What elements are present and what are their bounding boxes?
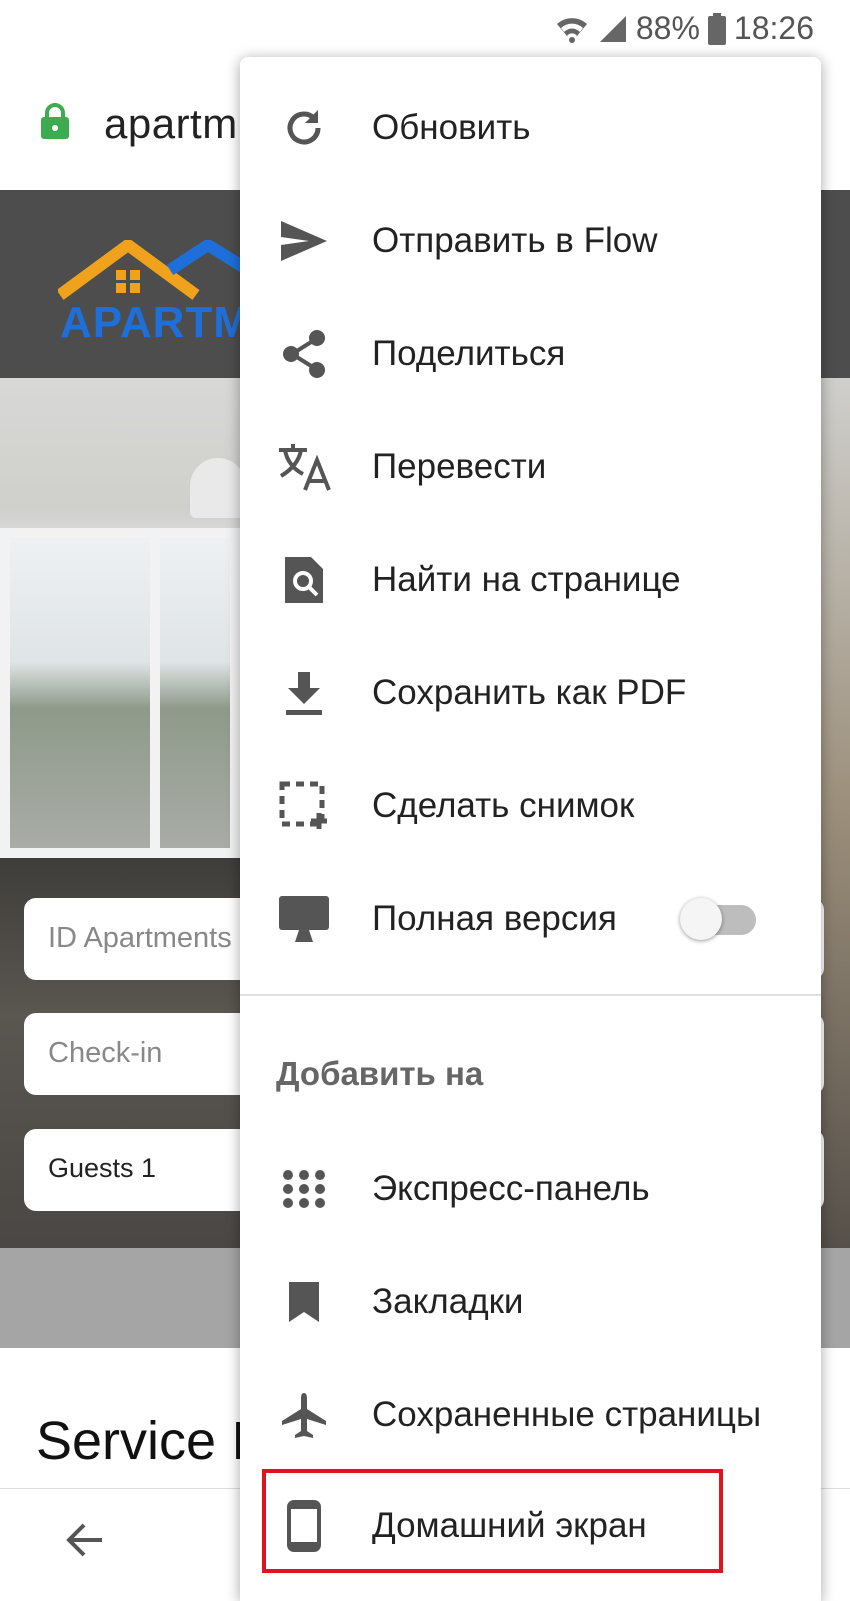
bookmark-icon bbox=[276, 1274, 332, 1330]
menu-item-label: Перевести bbox=[372, 446, 547, 486]
menu-item-label: Найти на странице bbox=[372, 559, 681, 599]
menu-item-label: Поделиться bbox=[372, 333, 566, 373]
menu-item-screenshot[interactable]: Сделать снимок bbox=[240, 749, 821, 862]
refresh-icon bbox=[276, 100, 332, 156]
menu-item-share[interactable]: Поделиться bbox=[240, 297, 821, 410]
menu-divider bbox=[240, 994, 821, 996]
menu-item-speed-dial[interactable]: Экспресс-панель bbox=[240, 1132, 821, 1245]
signal-icon bbox=[599, 15, 626, 42]
battery-percent: 88% bbox=[635, 10, 700, 46]
menu-item-label: Сохраненные страницы bbox=[372, 1394, 762, 1434]
menu-item-desktop-site[interactable]: Полная версия bbox=[240, 862, 821, 975]
highlight-box bbox=[262, 1469, 723, 1573]
clock: 18:26 bbox=[733, 10, 814, 46]
back-arrow-icon[interactable] bbox=[62, 1517, 108, 1563]
send-icon bbox=[276, 213, 332, 269]
status-indicators: 88% 18:26 bbox=[554, 10, 814, 47]
screenshot-icon bbox=[276, 778, 332, 834]
menu-item-label: Экспресс-панель bbox=[372, 1168, 650, 1208]
find-in-page-icon bbox=[276, 552, 332, 608]
lock-icon bbox=[41, 103, 69, 139]
menu-item-bookmarks[interactable]: Закладки bbox=[240, 1245, 821, 1358]
wall-shape bbox=[820, 378, 850, 1248]
guests-value: Guests 1 bbox=[48, 1153, 157, 1183]
browser-menu: Обновить Отправить в Flow Поделиться Пер… bbox=[240, 57, 821, 1601]
menu-item-label: Полная версия bbox=[372, 898, 617, 938]
menu-item-label: Сделать снимок bbox=[372, 785, 635, 825]
menu-item-refresh[interactable]: Обновить bbox=[240, 71, 821, 184]
apartment-id-placeholder: ID Apartments bbox=[48, 922, 232, 954]
menu-item-save-pdf[interactable]: Сохранить как PDF bbox=[240, 636, 821, 749]
desktop-site-toggle[interactable] bbox=[680, 897, 758, 940]
toggle-knob bbox=[680, 897, 722, 940]
menu-item-send-flow[interactable]: Отправить в Flow bbox=[240, 184, 821, 297]
menu-item-translate[interactable]: Перевести bbox=[240, 410, 821, 523]
url-text[interactable]: apartm bbox=[104, 100, 238, 148]
battery-icon bbox=[707, 12, 726, 45]
checkin-placeholder: Check-in bbox=[48, 1037, 163, 1069]
window-frame bbox=[150, 528, 160, 858]
download-icon bbox=[276, 665, 332, 721]
add-to-section-title: Добавить на bbox=[276, 1055, 484, 1092]
speed-dial-icon bbox=[276, 1161, 332, 1217]
menu-item-label: Сохранить как PDF bbox=[372, 672, 687, 712]
translate-icon bbox=[276, 439, 332, 495]
window-shape bbox=[0, 528, 240, 858]
desktop-icon bbox=[276, 891, 332, 947]
logo-text: APARTM bbox=[60, 298, 251, 347]
menu-item-label: Отправить в Flow bbox=[372, 220, 658, 260]
lamp-shape bbox=[190, 458, 246, 518]
menu-item-find[interactable]: Найти на странице bbox=[240, 523, 821, 636]
share-icon bbox=[276, 326, 332, 382]
airplane-icon bbox=[276, 1387, 332, 1443]
menu-item-saved-pages[interactable]: Сохраненные страницы bbox=[240, 1358, 821, 1471]
service-heading: Service I bbox=[36, 1411, 247, 1471]
menu-item-label: Обновить bbox=[372, 107, 531, 147]
wifi-icon bbox=[556, 17, 587, 43]
menu-item-label: Закладки bbox=[372, 1281, 524, 1321]
status-bar: 88% 18:26 bbox=[0, 0, 850, 60]
